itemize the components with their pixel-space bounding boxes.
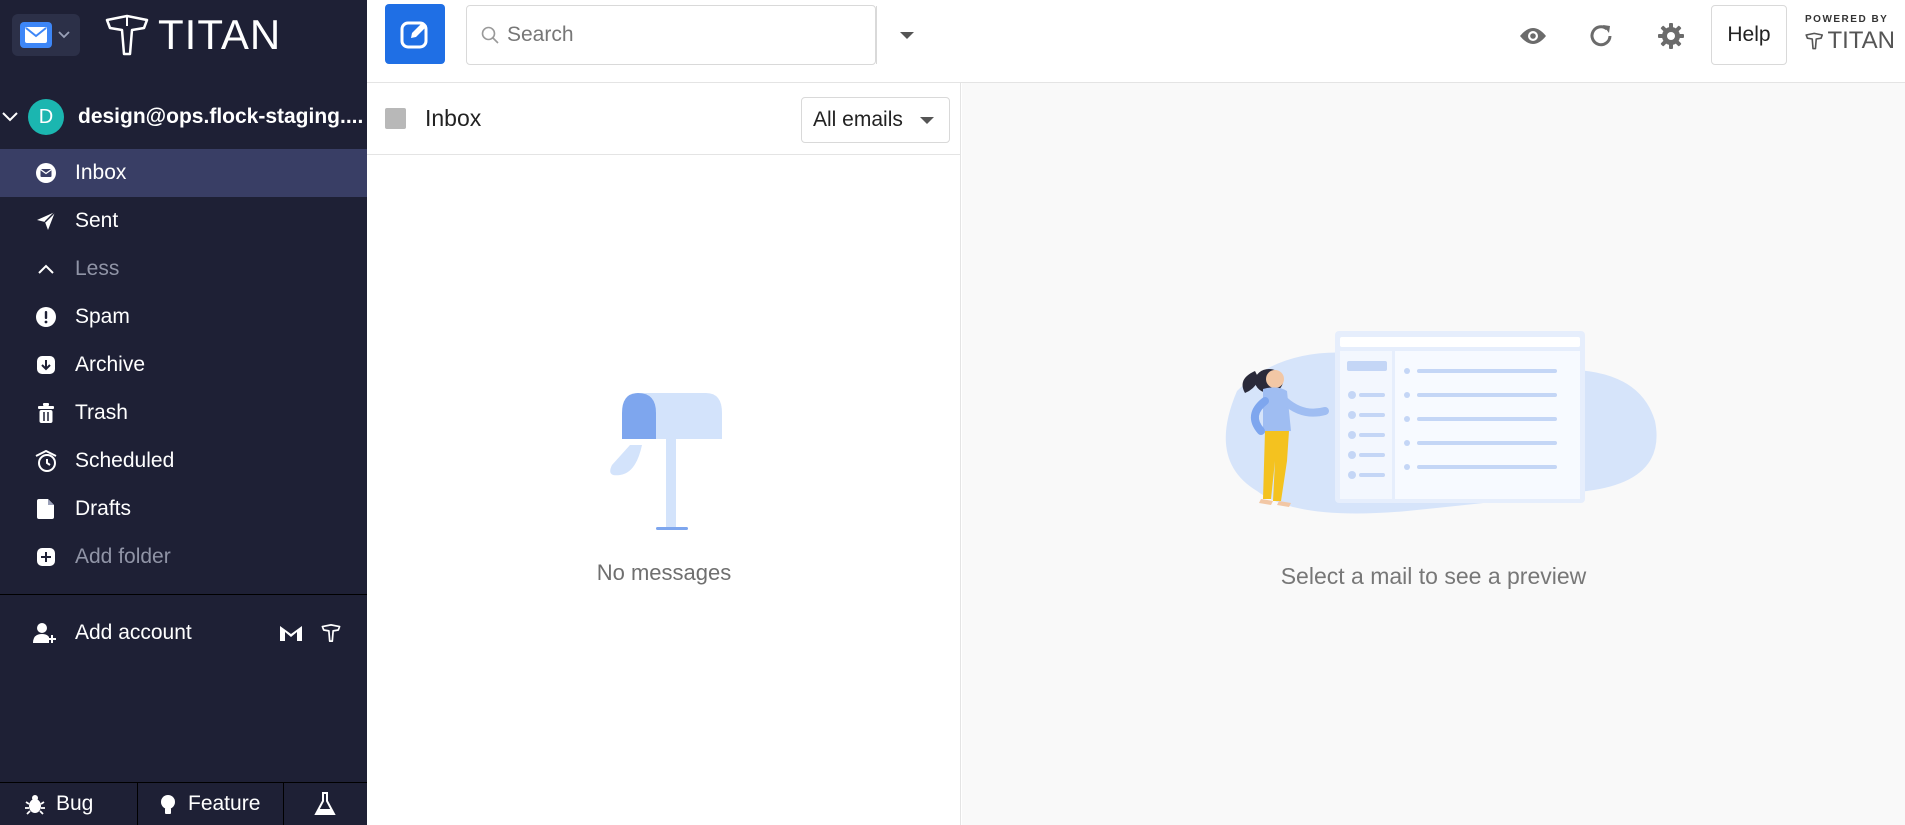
sidebar-item-drafts[interactable]: Drafts xyxy=(0,485,367,533)
powered-by-brand: TITAN xyxy=(1805,27,1895,55)
archive-icon xyxy=(33,352,59,378)
empty-list-text: No messages xyxy=(596,560,732,585)
sidebar: TITAN D design@ops.flock-staging.... Inb… xyxy=(0,0,367,825)
help-button[interactable]: Help xyxy=(1711,5,1787,65)
chevron-up-icon xyxy=(33,256,59,282)
sidebar-item-inbox[interactable]: Inbox xyxy=(0,149,367,197)
search-icon xyxy=(481,26,499,44)
add-account-label: Add account xyxy=(75,621,192,644)
top-bar: Help POWERED BY TITAN xyxy=(367,0,1905,83)
bug-report-button[interactable]: Bug xyxy=(0,783,138,825)
sidebar-divider xyxy=(0,594,367,595)
add-account-button[interactable]: Add account xyxy=(0,609,367,657)
compose-icon xyxy=(399,18,431,50)
filter-selected-value: All emails xyxy=(813,108,903,131)
sidebar-item-label: Inbox xyxy=(75,161,127,184)
email-filter-select[interactable]: All emails xyxy=(801,97,950,143)
folder-title: Inbox xyxy=(425,105,482,131)
sidebar-item-label: Spam xyxy=(75,305,130,328)
sidebar-item-sent[interactable]: Sent xyxy=(0,197,367,245)
mailbox-illustration xyxy=(610,393,722,530)
brand-name: TITAN xyxy=(158,11,282,58)
feature-request-button[interactable]: Feature xyxy=(138,783,284,825)
sidebar-item-label: Trash xyxy=(75,401,128,424)
trash-icon xyxy=(33,400,59,426)
titan-logo: TITAN xyxy=(104,11,281,59)
powered-by-brand-text: TITAN xyxy=(1827,27,1895,54)
gmail-icon[interactable] xyxy=(279,624,303,642)
send-icon xyxy=(33,208,59,234)
add-folder-icon xyxy=(33,544,59,570)
titan-logo-icon xyxy=(1805,32,1824,50)
powered-by-titan: POWERED BY TITAN xyxy=(1805,14,1895,55)
add-user-icon xyxy=(33,622,59,644)
titan-logo-icon xyxy=(105,14,149,56)
sidebar-item-archive[interactable]: Archive xyxy=(0,341,367,389)
mail-app-icon xyxy=(20,22,52,48)
titan-icon[interactable] xyxy=(321,624,341,642)
powered-by-label: POWERED BY xyxy=(1805,14,1889,25)
preview-pane: Select a mail to see a preview xyxy=(962,83,1905,825)
bug-label: Bug xyxy=(56,792,94,815)
app-switcher[interactable] xyxy=(12,14,80,56)
sidebar-item-label: Scheduled xyxy=(75,449,175,472)
sidebar-item-spam[interactable]: Spam xyxy=(0,293,367,341)
scheduled-icon xyxy=(33,448,59,474)
search-options-button[interactable] xyxy=(876,6,936,64)
inbox-icon xyxy=(33,160,59,186)
caret-down-icon xyxy=(919,116,935,125)
chevron-down-icon xyxy=(58,31,70,39)
account-provider-icons xyxy=(279,624,341,642)
message-list-pane: Inbox All emails No messages xyxy=(367,83,961,825)
lightbulb-icon xyxy=(158,793,178,815)
labs-button[interactable] xyxy=(284,783,367,825)
sidebar-footer: Bug Feature xyxy=(0,782,367,825)
spam-icon xyxy=(33,304,59,330)
flask-icon xyxy=(314,792,336,816)
compose-button[interactable] xyxy=(385,4,445,64)
chevron-down-icon[interactable] xyxy=(2,112,20,122)
sidebar-item-scheduled[interactable]: Scheduled xyxy=(0,437,367,485)
sidebar-item-label: Archive xyxy=(75,353,146,376)
sidebar-item-trash[interactable]: Trash xyxy=(0,389,367,437)
refresh-icon[interactable] xyxy=(1585,20,1617,52)
folder-list: Inbox Sent Less Spam Archive Trash Sched… xyxy=(0,149,367,581)
eye-icon[interactable] xyxy=(1517,20,1549,52)
gear-icon[interactable] xyxy=(1655,20,1687,52)
list-header: Inbox All emails xyxy=(367,83,960,155)
empty-list-state: No messages xyxy=(367,383,961,586)
feature-label: Feature xyxy=(188,792,261,815)
drafts-icon xyxy=(33,496,59,522)
sidebar-item-add-folder[interactable]: Add folder xyxy=(0,533,367,581)
preview-illustration xyxy=(1225,331,1657,514)
search-input[interactable] xyxy=(507,23,807,47)
caret-down-icon xyxy=(899,31,915,40)
sidebar-item-label: Drafts xyxy=(75,497,132,520)
search-box[interactable] xyxy=(466,5,914,65)
select-all-checkbox[interactable] xyxy=(385,108,406,129)
preview-empty-text: Select a mail to see a preview xyxy=(1280,563,1587,589)
sidebar-header: TITAN xyxy=(0,0,367,70)
sidebar-item-label: Sent xyxy=(75,209,119,232)
bug-icon xyxy=(24,793,46,815)
sidebar-item-less[interactable]: Less xyxy=(0,245,367,293)
sidebar-item-label: Less xyxy=(75,257,120,280)
sidebar-item-label: Add folder xyxy=(75,545,171,568)
account-row[interactable]: D design@ops.flock-staging.... xyxy=(0,96,367,138)
account-email: design@ops.flock-staging.... xyxy=(78,105,363,128)
avatar: D xyxy=(28,99,64,135)
